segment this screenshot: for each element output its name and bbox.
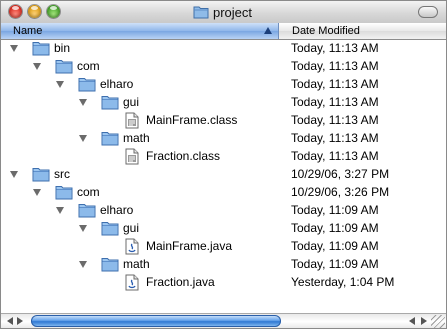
item-date-modified: Today, 11:13 AM [291,59,379,73]
folder-icon [193,6,209,19]
folder-row[interactable]: elharo Today, 11:09 AM [1,201,446,219]
folder-row[interactable]: gui Today, 11:13 AM [1,93,446,111]
scroll-left-end-arrow-icon[interactable] [409,317,415,325]
folder-row[interactable]: src 10/29/06, 3:27 PM [1,165,446,183]
item-name: gui [123,95,140,109]
disclosure-triangle-icon[interactable] [56,207,64,214]
item-date-modified: Today, 11:09 AM [291,257,379,271]
disclosure-triangle-icon[interactable] [10,45,18,52]
minimize-button[interactable] [28,5,41,18]
folder-row[interactable]: math Today, 11:13 AM [1,129,446,147]
file-row[interactable]: MainFrame.class Today, 11:13 AM [1,111,446,129]
disclosure-triangle-icon[interactable] [79,99,87,106]
item-date-modified: Today, 11:13 AM [291,41,379,55]
item-name: MainFrame.java [146,239,233,253]
item-name: elharo [100,77,134,91]
file-row[interactable]: Fraction.class Today, 11:13 AM [1,147,446,165]
item-name: math [123,131,150,145]
item-date-modified: 10/29/06, 3:27 PM [291,167,390,181]
item-name: com [77,59,100,73]
file-row[interactable]: Fraction.java Yesterday, 1:04 PM [1,273,446,291]
disclosure-triangle-icon[interactable] [79,225,87,232]
item-name: com [77,185,100,199]
disclosure-triangle-icon[interactable] [33,189,41,196]
name-column-label: Name [13,25,43,37]
file-row[interactable]: MainFrame.java Today, 11:09 AM [1,237,446,255]
item-name: src [54,167,70,181]
folder-row[interactable]: gui Today, 11:09 AM [1,219,446,237]
folder-row[interactable]: com 10/29/06, 3:26 PM [1,183,446,201]
close-button[interactable] [9,5,22,18]
folder-row[interactable]: com Today, 11:13 AM [1,57,446,75]
resize-grip-icon[interactable] [431,315,445,328]
sort-ascending-icon [264,27,272,34]
name-column-header[interactable]: Name [1,23,279,39]
disclosure-triangle-icon[interactable] [10,171,18,178]
horizontal-scrollbar[interactable] [1,313,446,328]
date-modified-column-header[interactable]: Date Modified [279,23,446,39]
item-name: MainFrame.class [146,113,238,127]
item-date-modified: Yesterday, 1:04 PM [291,275,395,289]
zoom-button[interactable] [47,5,60,18]
item-date-modified: Today, 11:09 AM [291,221,379,235]
disclosure-triangle-icon[interactable] [56,81,64,88]
item-date-modified: Today, 11:13 AM [291,77,379,91]
item-name: Fraction.class [146,149,221,163]
scroll-left-arrow-icon[interactable] [7,317,13,325]
item-date-modified: Today, 11:09 AM [291,203,379,217]
item-date-modified: Today, 11:13 AM [291,131,379,145]
disclosure-triangle-icon[interactable] [33,63,41,70]
item-name: Fraction.java [146,275,215,289]
file-list: bin Today, 11:13 AM com Today, 11:13 AM elha… [1,39,446,291]
scroll-right-end-arrow-icon[interactable] [421,317,427,325]
item-name: elharo [100,203,134,217]
folder-row[interactable]: elharo Today, 11:13 AM [1,75,446,93]
date-modified-column-label: Date Modified [292,25,360,37]
scroll-right-arrow-icon[interactable] [17,317,23,325]
disclosure-triangle-icon[interactable] [79,261,87,268]
column-header: Name Date Modified [1,23,446,40]
folder-row[interactable]: math Today, 11:09 AM [1,255,446,273]
item-date-modified: 10/29/06, 3:26 PM [291,185,390,199]
window-title-group: project [193,4,252,20]
folder-row[interactable]: bin Today, 11:13 AM [1,39,446,57]
item-date-modified: Today, 11:13 AM [291,113,379,127]
scrollbar-thumb[interactable] [31,315,281,327]
item-name: math [123,257,150,271]
disclosure-triangle-icon[interactable] [79,135,87,142]
window-title: project [213,4,253,20]
finder-window: project Name Date Modified bin Today, 11:… [0,0,447,329]
java-file-icon [124,274,140,294]
item-name: bin [54,41,71,55]
item-date-modified: Today, 11:09 AM [291,239,379,253]
item-name: gui [123,221,140,235]
item-date-modified: Today, 11:13 AM [291,149,379,163]
toolbar-toggle-button[interactable] [418,6,438,18]
item-date-modified: Today, 11:13 AM [291,95,379,109]
title-bar[interactable]: project [1,1,446,24]
